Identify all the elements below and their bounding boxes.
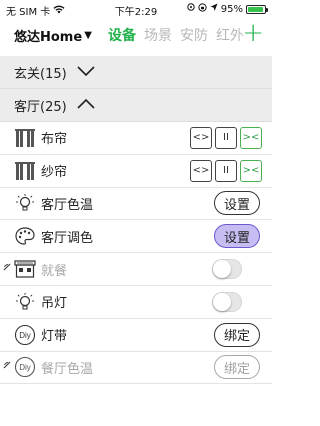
curtain-icon xyxy=(14,127,36,149)
offline-indicator-icon xyxy=(3,263,12,275)
device-row-color-temp[interactable]: 客厅色温 设置 xyxy=(0,187,272,221)
device-row-curtain[interactable]: 布帘 <> II >< xyxy=(0,122,272,155)
battery-percent: 95% xyxy=(220,3,243,15)
header: 悠达Home ▼ 设备 场景 安防 红外 + xyxy=(0,19,272,48)
device-label: 餐厅色温 xyxy=(41,361,94,377)
curtain-icon xyxy=(14,160,36,182)
device-row-sheer-curtain[interactable]: 纱帘 <> II >< xyxy=(0,154,272,188)
status-bar: 无 SIM 卡 下午2:29 95% xyxy=(0,0,272,20)
lock-rotation-icon xyxy=(198,3,207,15)
curtain-controls: <> II >< xyxy=(190,159,262,182)
chevron-up-icon xyxy=(77,98,95,112)
tab-security[interactable]: 安防 xyxy=(180,25,208,45)
palette-icon xyxy=(14,225,36,247)
curtain-pause-button[interactable]: II xyxy=(215,159,237,182)
diy-icon: Diy xyxy=(14,324,36,346)
curtain-open-button[interactable]: <> xyxy=(190,159,212,182)
group-header-entrance[interactable]: 玄关(15) xyxy=(0,56,272,89)
tab-scenes[interactable]: 场景 xyxy=(144,25,172,45)
curtain-open-button[interactable]: <> xyxy=(190,126,212,149)
device-label: 灯带 xyxy=(41,329,68,345)
toggle-switch[interactable] xyxy=(212,259,242,280)
navigation-icon xyxy=(210,3,218,15)
status-right: 95% xyxy=(187,3,268,15)
curtain-close-button[interactable]: >< xyxy=(240,159,262,182)
dropdown-caret-icon: ▼ xyxy=(84,30,92,41)
device-row-pendant-light[interactable]: 吊灯 xyxy=(0,285,272,319)
toggle-switch[interactable] xyxy=(212,291,242,312)
device-list: 玄关(15) 客厅(25) 布帘 <> II >< 纱帘 <> II >< 客厅… xyxy=(0,56,272,385)
curtain-controls: <> II >< xyxy=(190,126,262,149)
offline-indicator-icon xyxy=(3,361,12,373)
device-label: 吊灯 xyxy=(41,296,68,312)
tab-devices[interactable]: 设备 xyxy=(108,25,136,45)
tab-bar: 设备 场景 安防 红外 xyxy=(108,25,244,45)
device-label: 客厅色温 xyxy=(41,197,94,213)
bulb-icon xyxy=(14,291,36,313)
device-row-light-strip[interactable]: Diy 灯带 绑定 xyxy=(0,318,272,352)
device-label: 纱帘 xyxy=(41,165,68,181)
chevron-down-icon xyxy=(77,65,95,79)
bind-button[interactable]: 绑定 xyxy=(214,322,260,347)
curtain-pause-button[interactable]: II xyxy=(215,126,237,149)
scene-icon xyxy=(14,258,36,280)
device-row-dining-scene[interactable]: 就餐 xyxy=(0,253,272,286)
diy-icon: Diy xyxy=(14,356,36,378)
device-label: 就餐 xyxy=(41,263,68,279)
battery-icon xyxy=(246,4,268,14)
svg-text:Diy: Diy xyxy=(19,363,31,372)
group-label: 玄关(15) xyxy=(14,66,67,82)
settings-button[interactable]: 设置 xyxy=(214,191,260,216)
svg-text:Diy: Diy xyxy=(19,331,31,340)
location-icon xyxy=(187,3,195,15)
group-label: 客厅(25) xyxy=(14,99,67,115)
home-name: 悠达Home xyxy=(14,30,83,45)
add-icon[interactable]: + xyxy=(242,19,264,47)
curtain-close-button[interactable]: >< xyxy=(240,126,262,149)
home-selector[interactable]: 悠达Home ▼ xyxy=(14,26,92,45)
bind-button[interactable]: 绑定 xyxy=(214,355,260,380)
group-header-living-room[interactable]: 客厅(25) xyxy=(0,89,272,122)
device-label: 客厅调色 xyxy=(41,230,94,246)
device-row-color-tune[interactable]: 客厅调色 设置 xyxy=(0,220,272,254)
device-label: 布帘 xyxy=(41,132,68,148)
device-row-dining-color-temp[interactable]: Diy 餐厅色温 绑定 xyxy=(0,351,272,385)
settings-button[interactable]: 设置 xyxy=(214,224,260,249)
bulb-icon xyxy=(14,192,36,214)
